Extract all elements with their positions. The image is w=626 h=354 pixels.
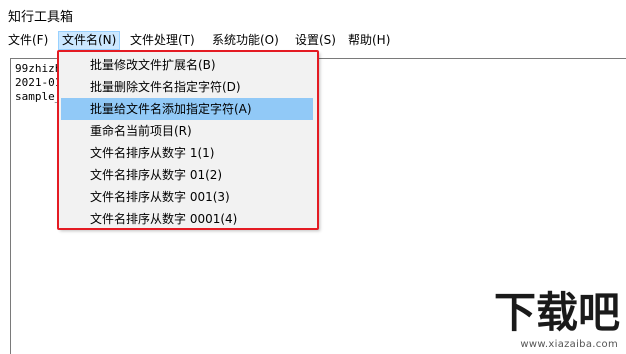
filename-dropdown-menu: 批量修改文件扩展名(B) 批量删除文件名指定字符(D) 批量给文件名添加指定字符… — [58, 51, 318, 229]
watermark-logo: 下载吧 — [494, 288, 620, 333]
menu-help[interactable]: 帮助(H) — [345, 31, 393, 50]
menu-file[interactable]: 文件(F) — [5, 31, 51, 50]
menu-item-sort-from-001[interactable]: 文件名排序从数字 001(3) — [61, 186, 313, 208]
list-item[interactable]: 99zhizh — [15, 62, 61, 76]
title-bar: 知行工具箱 — [0, 0, 626, 30]
menu-filename[interactable]: 文件名(N) — [58, 31, 121, 50]
menu-file-processing[interactable]: 文件处理(T) — [127, 31, 198, 50]
menu-settings[interactable]: 设置(S) — [292, 31, 339, 50]
menu-item-sort-from-01[interactable]: 文件名排序从数字 01(2) — [61, 164, 313, 186]
menu-system-functions[interactable]: 系统功能(O) — [209, 31, 282, 50]
menu-item-batch-delete-chars[interactable]: 批量删除文件名指定字符(D) — [61, 76, 313, 98]
list-item[interactable]: sample_ — [15, 90, 61, 104]
menu-item-sort-from-1[interactable]: 文件名排序从数字 1(1) — [61, 142, 313, 164]
window-title: 知行工具箱 — [8, 10, 74, 25]
menu-bar: 文件(F) 文件名(N) 文件处理(T) 系统功能(O) 设置(S) 帮助(H) — [0, 30, 626, 50]
watermark-url: www.xiazaiba.com — [520, 339, 618, 350]
menu-item-batch-change-extension[interactable]: 批量修改文件扩展名(B) — [61, 54, 313, 76]
menu-item-batch-add-chars[interactable]: 批量给文件名添加指定字符(A) — [61, 98, 313, 120]
list-item[interactable]: 2021-01 — [15, 76, 61, 90]
watermark-text: 下载吧 — [494, 288, 620, 333]
menu-item-sort-from-0001[interactable]: 文件名排序从数字 0001(4) — [61, 208, 313, 230]
menu-item-rename-current[interactable]: 重命名当前项目(R) — [61, 120, 313, 142]
